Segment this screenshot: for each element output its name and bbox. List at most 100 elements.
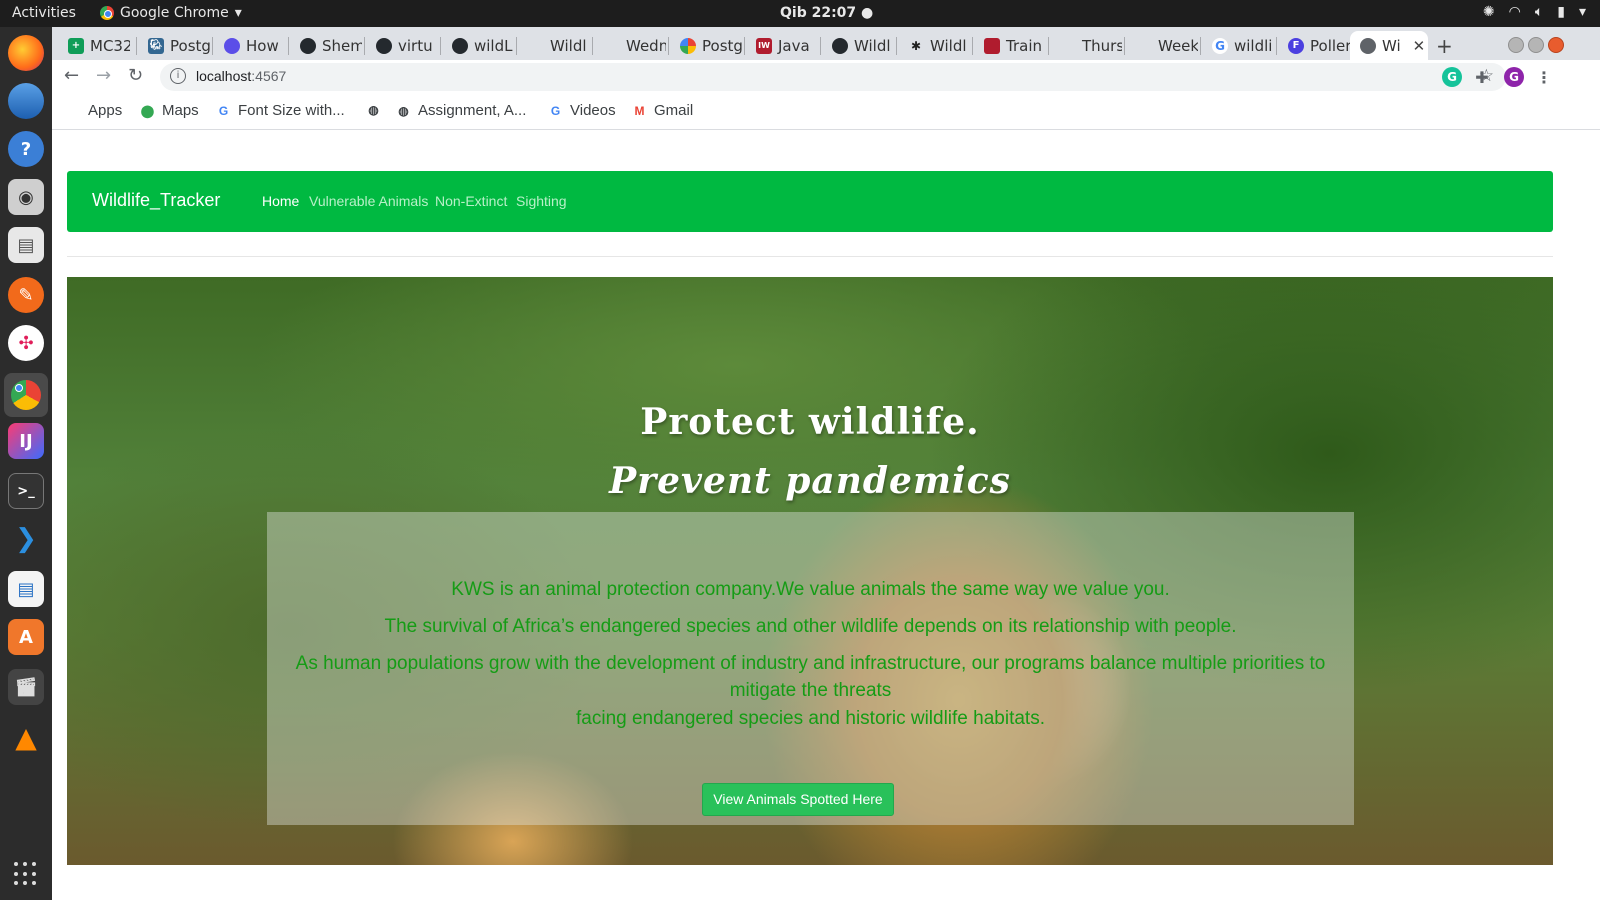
- github-icon: [300, 37, 316, 54]
- site-navbar: Wildlife_Tracker Home Vulnerable Animals…: [67, 171, 1553, 232]
- circle-icon: [224, 37, 240, 54]
- help-icon[interactable]: ?: [8, 131, 44, 167]
- tab-item[interactable]: 🐘︎ Postg: [138, 31, 210, 60]
- hero-info-panel: KWS is an animal protection company.We v…: [267, 512, 1354, 825]
- profile-avatar[interactable]: G: [1504, 67, 1524, 87]
- menu-kebab-icon[interactable]: ⋮: [1534, 67, 1554, 87]
- plus-sheet-icon: +: [68, 37, 84, 54]
- software-center-icon[interactable]: A: [8, 619, 44, 655]
- tab-item[interactable]: F Poller: [1278, 31, 1350, 60]
- intellij-icon[interactable]: IJ: [8, 423, 44, 459]
- bookmark-label: Font Size with...: [238, 102, 345, 119]
- pinwheel-icon: [680, 37, 696, 54]
- files-icon[interactable]: ▤: [8, 227, 44, 263]
- new-tab-button[interactable]: +: [1436, 34, 1453, 58]
- maximize-window-button[interactable]: [1528, 37, 1544, 53]
- nav-link-sighting[interactable]: Sighting: [516, 193, 567, 209]
- back-arrow-icon[interactable]: ←: [64, 65, 79, 86]
- google-icon: G: [1212, 37, 1228, 54]
- battery-icon[interactable]: ▮: [1557, 4, 1565, 20]
- tab-item[interactable]: Shem: [290, 31, 362, 60]
- chrome-dock-icon[interactable]: [4, 373, 48, 417]
- vscode-icon[interactable]: ❯: [8, 521, 44, 557]
- extensions-puzzle-icon[interactable]: ✚: [1472, 67, 1492, 87]
- nav-link-home[interactable]: Home: [262, 193, 299, 209]
- app-name-label: Google Chrome: [120, 5, 229, 21]
- close-tab-icon[interactable]: ✕: [1413, 37, 1426, 55]
- tab-item[interactable]: virtu: [366, 31, 438, 60]
- show-applications-icon[interactable]: [14, 862, 38, 886]
- tab-item[interactable]: + MC32: [58, 31, 130, 60]
- tab-item[interactable]: Wildl: [822, 31, 894, 60]
- tab-item[interactable]: How: [214, 31, 286, 60]
- writer-icon[interactable]: ▤: [8, 571, 44, 607]
- app-menu[interactable]: Google Chrome ▾: [100, 5, 242, 21]
- video-editor-icon[interactable]: 🎬︎: [8, 669, 44, 705]
- view-animals-button[interactable]: View Animals Spotted Here: [702, 783, 894, 816]
- tab-item[interactable]: Thurs: [1050, 31, 1122, 60]
- tab-item[interactable]: Wildl: [518, 31, 590, 60]
- tab-label: Poller: [1310, 36, 1350, 55]
- tab-item[interactable]: ✱ Wildl: [898, 31, 970, 60]
- tab-label: wildli: [1234, 36, 1273, 55]
- tab-item[interactable]: Wedn: [594, 31, 666, 60]
- bookmark-gmail[interactable]: M Gmail: [632, 102, 694, 119]
- system-tray[interactable]: ✺ ◠ 🔈︎ ▮ ▾: [1483, 4, 1586, 20]
- firefox-icon[interactable]: [8, 35, 44, 71]
- postman-icon[interactable]: ✎: [8, 277, 44, 313]
- hero-banner: Protect wildlife. Prevent pandemics KWS …: [67, 277, 1553, 865]
- minimize-window-button[interactable]: [1508, 37, 1524, 53]
- tab-item[interactable]: wildL: [442, 31, 514, 60]
- tab-label: wildL: [474, 36, 513, 55]
- bookmark-maps[interactable]: ⬤ Maps: [140, 102, 199, 119]
- page-icon: [1060, 37, 1076, 54]
- bookmark-apps[interactable]: Apps: [66, 102, 122, 119]
- github-icon: [376, 37, 392, 54]
- wifi-icon[interactable]: ◠: [1509, 4, 1521, 20]
- tab-item[interactable]: Week: [1126, 31, 1198, 60]
- thunderbird-icon[interactable]: [8, 83, 44, 119]
- google-icon: G: [218, 103, 229, 118]
- tab-item[interactable]: Train: [974, 31, 1046, 60]
- site-info-icon[interactable]: i: [170, 68, 186, 84]
- address-bar[interactable]: i localhost:4567 ☆: [160, 63, 1506, 91]
- bookmark-videos[interactable]: G Videos: [548, 102, 616, 119]
- tab-item[interactable]: IW Java: [746, 31, 818, 60]
- tab-active[interactable]: Wi ✕: [1350, 31, 1428, 60]
- vlc-icon[interactable]: ▲: [8, 719, 44, 755]
- site-brand[interactable]: Wildlife_Tracker: [92, 190, 220, 211]
- postgres-icon: 🐘︎: [148, 37, 164, 54]
- url-port: :4567: [251, 68, 287, 84]
- reload-icon[interactable]: ↻: [128, 65, 143, 86]
- tab-label: How: [246, 36, 279, 55]
- bookmark-globe[interactable]: ◍: [366, 102, 388, 117]
- page-icon: [604, 37, 620, 54]
- tab-item[interactable]: Gwildli: [1202, 31, 1274, 60]
- grammarly-icon[interactable]: G: [1442, 67, 1462, 87]
- slack-icon[interactable]: ✣: [8, 325, 44, 361]
- forward-arrow-icon[interactable]: →: [96, 65, 111, 86]
- terminal-icon[interactable]: >_: [8, 473, 44, 509]
- tab-label: Train: [1006, 36, 1042, 55]
- github-icon: [452, 37, 468, 54]
- dock: ? ◉ ▤ ✎ ✣ IJ >_ ❯ ▤ A 🎬︎ ▲: [0, 27, 52, 900]
- nav-link-non-extinct[interactable]: Non-Extinct: [435, 193, 507, 209]
- f-icon: F: [1288, 37, 1304, 54]
- hero-paragraph: The survival of Africa’s endangered spec…: [384, 616, 1237, 637]
- nav-link-vulnerable-animals[interactable]: Vulnerable Animals: [309, 193, 428, 209]
- volume-icon[interactable]: 🔈︎: [1535, 4, 1543, 20]
- url-text[interactable]: localhost:4567: [196, 68, 286, 84]
- accessibility-icon[interactable]: ✺: [1483, 4, 1495, 20]
- bookmark-label: Videos: [570, 102, 616, 119]
- clock[interactable]: Qib 22:07 ●: [780, 5, 873, 21]
- tab-item[interactable]: Postg: [670, 31, 742, 60]
- chrome-icon: [100, 6, 114, 20]
- bookmark-assignment[interactable]: ◍ Assignment, A...: [396, 102, 526, 119]
- rhythmbox-icon[interactable]: ◉: [8, 179, 44, 215]
- hero-subtitle: Prevent pandemics: [609, 460, 1011, 502]
- bookmark-font-size[interactable]: G Font Size with...: [216, 102, 345, 119]
- activities-button[interactable]: Activities: [12, 5, 76, 21]
- close-window-button[interactable]: [1548, 37, 1564, 53]
- tray-chevron-down-icon[interactable]: ▾: [1579, 4, 1586, 20]
- tab-label: Wi: [1382, 36, 1401, 55]
